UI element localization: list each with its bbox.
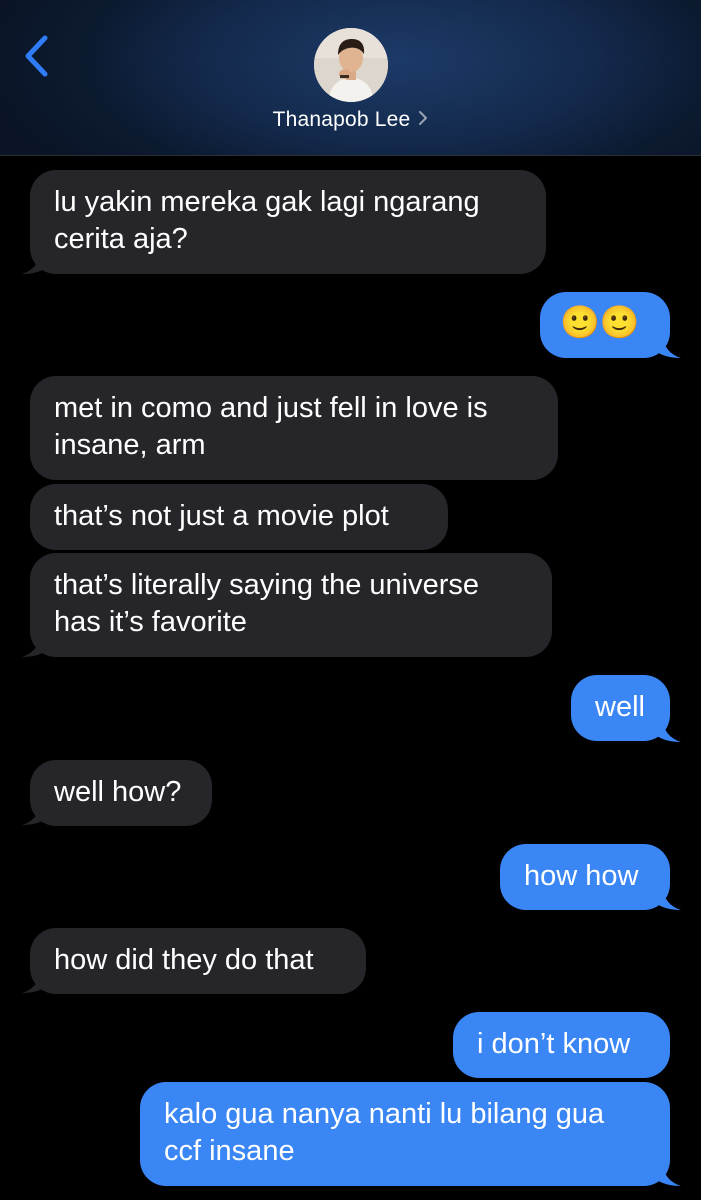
message-bubble-incoming[interactable]: that’s not just a movie plot: [30, 484, 448, 550]
message-bubble-outgoing[interactable]: kalo gua nanya nanti lu bilang gua ccf i…: [140, 1082, 670, 1186]
chevron-left-icon: [25, 35, 48, 77]
message-bubble-outgoing[interactable]: how how: [500, 844, 670, 910]
avatar-photo: [314, 28, 388, 102]
chevron-right-icon: [418, 108, 428, 132]
message-bubble-outgoing[interactable]: well: [571, 675, 670, 741]
conversation-screen: Thanapob Lee lu yakin mereka gak lagi ng…: [0, 0, 701, 1200]
message-bubble-outgoing[interactable]: 🙂🙂: [540, 292, 670, 358]
contact-name-button[interactable]: Thanapob Lee: [0, 108, 701, 132]
back-button[interactable]: [18, 32, 58, 80]
message-bubble-incoming[interactable]: how did they do that: [30, 928, 366, 994]
conversation-header: Thanapob Lee: [0, 0, 701, 156]
contact-name: Thanapob Lee: [272, 108, 411, 131]
message-bubble-incoming[interactable]: lu yakin mereka gak lagi ngarang cerita …: [30, 170, 546, 274]
message-bubble-incoming[interactable]: that’s literally saying the universe has…: [30, 553, 552, 657]
contact-avatar[interactable]: [314, 28, 388, 102]
message-bubble-incoming[interactable]: met in como and just fell in love is ins…: [30, 376, 558, 480]
message-bubble-incoming[interactable]: well how?: [30, 760, 212, 826]
message-bubble-outgoing[interactable]: i don’t know: [453, 1012, 670, 1078]
